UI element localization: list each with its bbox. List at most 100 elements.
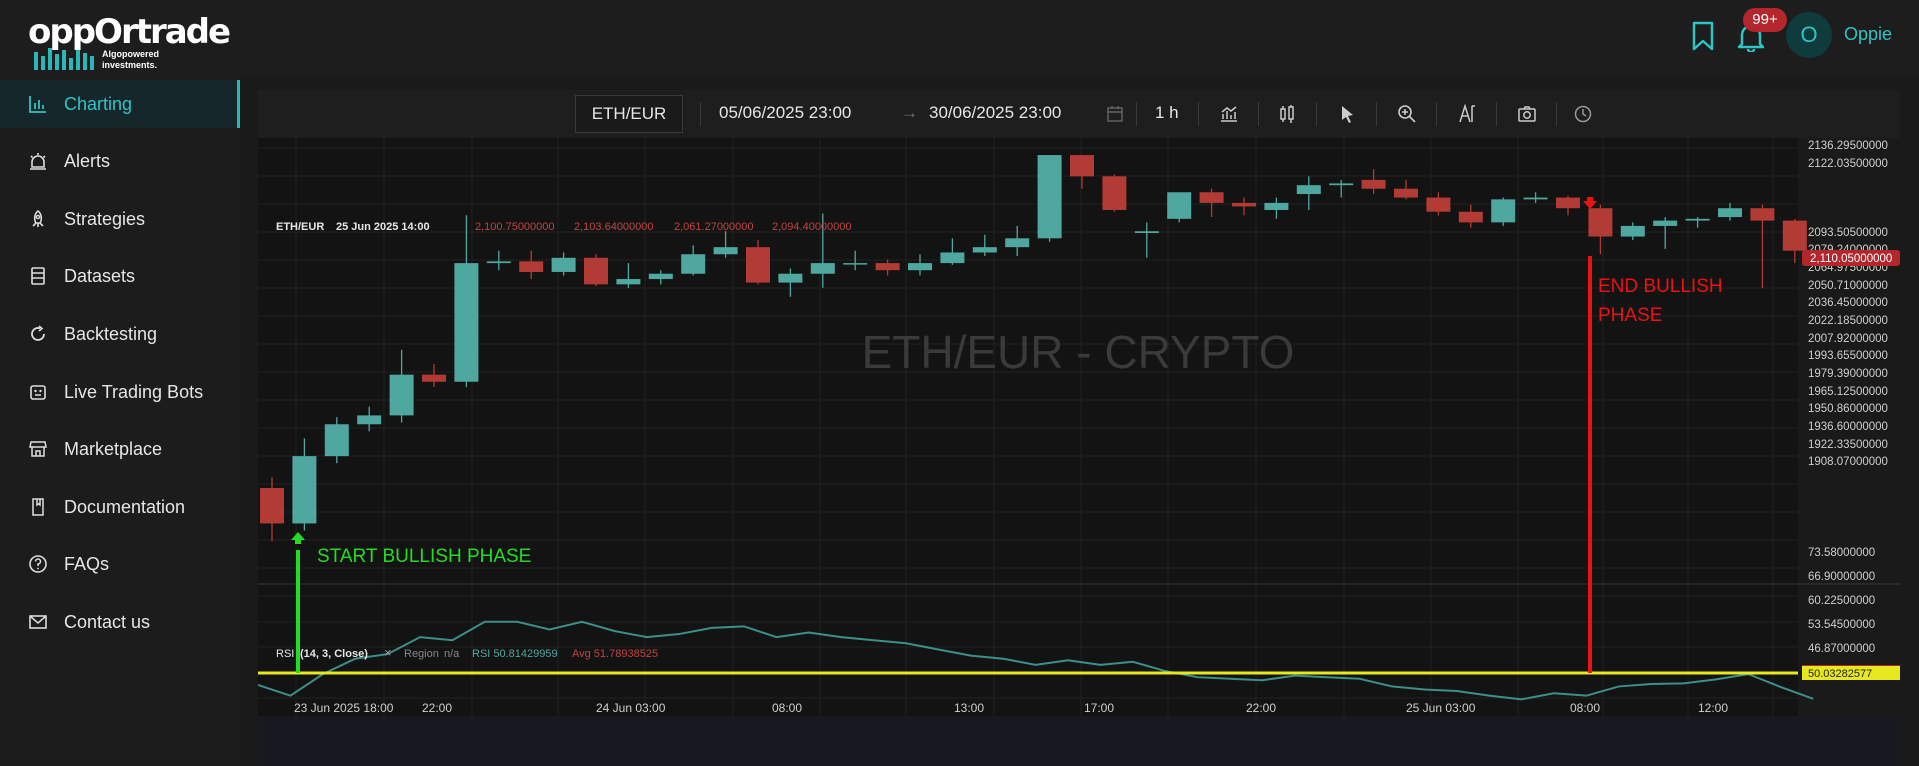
candle-body xyxy=(648,273,673,280)
brand-logo[interactable]: oppOrtrade Algopowered investments. xyxy=(28,12,231,70)
start-bullish-label: START BULLISH PHASE xyxy=(317,546,531,567)
price-chart[interactable]: ETH/EUR - CRYPTO 2136.29500000 2122.035000… xyxy=(258,138,1900,766)
bot-icon xyxy=(30,385,46,400)
brand-tagline: Algopowered investments. xyxy=(102,49,160,70)
candle-body xyxy=(1037,155,1062,239)
sidebar-item-label: Charting xyxy=(64,94,133,114)
candles-icon[interactable] xyxy=(1276,103,1298,125)
indicators-icon[interactable] xyxy=(1218,103,1240,125)
database-icon xyxy=(31,267,45,285)
time-tick-label: 24 Jun 03:00 xyxy=(596,701,666,715)
sidebar-item-label: Live Trading Bots xyxy=(64,382,204,402)
arrow-right-icon: → xyxy=(901,103,918,122)
sidebar-item-charting[interactable]: Charting xyxy=(0,80,240,128)
time-tick-label: 25 Jun 03:00 xyxy=(1406,701,1476,715)
candle-body xyxy=(1005,238,1030,248)
rsi-legend-avg: Avg 51.78938525 xyxy=(572,648,658,660)
candle-body xyxy=(1394,188,1418,198)
price-tick-label: 1908.07000000 xyxy=(1808,456,1888,468)
sidebar-item-contact-us[interactable]: Contact us xyxy=(0,598,240,646)
sidebar-item-label: Strategies xyxy=(64,209,146,229)
candle-body xyxy=(519,261,544,272)
username[interactable]: Oppie xyxy=(1844,24,1892,45)
price-tick-label: 1922.33500000 xyxy=(1808,439,1888,451)
time-tick-label: 08:00 xyxy=(1570,701,1600,715)
candle-body xyxy=(713,247,738,255)
time-tick-label: 08:00 xyxy=(772,701,802,715)
candle-body xyxy=(454,263,479,382)
sidebar-item-alerts[interactable]: Alerts xyxy=(0,137,240,185)
price-tick-label: 2022.18500000 xyxy=(1808,315,1888,327)
rsi-legend-name: RSI xyxy=(276,648,294,660)
candle-body xyxy=(292,456,317,524)
rsi-legend-close-icon: × xyxy=(384,645,392,660)
candle-body xyxy=(260,488,284,524)
store-icon xyxy=(29,441,47,457)
start-date-input[interactable]: 05/06/2025 23:00 xyxy=(719,103,851,123)
candle-body xyxy=(551,257,576,272)
price-tick-label: 2036.45000000 xyxy=(1808,297,1888,309)
screenshot-icon[interactable] xyxy=(1516,103,1538,125)
cursor-icon[interactable] xyxy=(1336,103,1358,125)
time-tick-label: 12:00 xyxy=(1698,701,1728,715)
sidebar-item-backtesting[interactable]: Backtesting xyxy=(0,310,240,358)
candle-body xyxy=(908,263,932,271)
price-tick-label: 1965.12500000 xyxy=(1808,386,1888,398)
sidebar-item-faqs[interactable]: FAQs xyxy=(0,540,240,588)
rsi-legend-value: RSI 50.81429959 xyxy=(472,648,558,660)
candle-body xyxy=(1426,197,1451,212)
candle-body xyxy=(1588,208,1613,237)
sidebar-item-documentation[interactable]: Documentation xyxy=(0,483,240,531)
sidebar-item-strategies[interactable]: Strategies xyxy=(0,195,240,243)
candle-body xyxy=(1620,225,1645,237)
candle-body xyxy=(875,263,900,271)
interval-selector[interactable]: 1 h xyxy=(1155,103,1179,123)
help-circle-icon xyxy=(29,555,47,573)
rsi-tick-label: 66.90000000 xyxy=(1808,571,1875,583)
candle-body xyxy=(486,261,511,264)
price-tick-label: 1993.65500000 xyxy=(1808,350,1888,362)
legend-ohlc-value: 2,061.27000000 xyxy=(674,221,754,233)
sidebar-item-label: FAQs xyxy=(64,554,110,574)
candle-body xyxy=(940,252,965,264)
end-date-input[interactable]: 30/06/2025 23:00 xyxy=(929,103,1061,123)
bookmark-icon[interactable] xyxy=(1690,20,1716,52)
sidebar-item-datasets[interactable]: Datasets xyxy=(0,252,240,300)
candle-body xyxy=(1070,155,1094,177)
sidebar-item-label: Documentation xyxy=(64,497,186,517)
time-tick-label: 13:00 xyxy=(954,701,984,715)
rsi-tick-label: 73.58000000 xyxy=(1808,547,1875,559)
candle-body xyxy=(1685,218,1710,221)
symbol-selector[interactable]: ETH/EUR xyxy=(575,95,683,133)
time-tick-label: 22:00 xyxy=(1246,701,1276,715)
clock-icon[interactable] xyxy=(1572,103,1594,125)
end-bullish-label: PHASE xyxy=(1598,305,1662,326)
price-tick-label: 1950.86000000 xyxy=(1808,403,1888,415)
zoom-in-icon[interactable] xyxy=(1396,103,1418,125)
legend-time: 25 Jun 2025 14:00 xyxy=(336,221,430,233)
candle-body xyxy=(972,247,997,253)
legend-ohlc-value: 2,100.75000000 xyxy=(475,221,555,233)
price-tick-label: 2136.29500000 xyxy=(1808,140,1888,152)
rsi-legend-params: (14, 3, Close) xyxy=(300,648,368,660)
candle-body xyxy=(1491,199,1516,223)
book-icon xyxy=(32,498,44,516)
refresh-icon xyxy=(31,325,45,341)
candle-body xyxy=(1782,220,1807,251)
candle-body xyxy=(357,415,382,425)
drawing-tools-icon[interactable] xyxy=(1456,103,1478,125)
time-tick-label: 23 Jun 2025 18:00 xyxy=(294,701,394,715)
sidebar-item-marketplace[interactable]: Marketplace xyxy=(0,425,240,473)
rsi-legend-region: Region xyxy=(404,648,439,660)
sidebar-item-label: Contact us xyxy=(64,612,151,632)
candle-body xyxy=(1718,208,1742,218)
candle-body xyxy=(324,424,349,457)
chart-panel: ETH/EUR 05/06/2025 23:00 → 30/06/2025 23… xyxy=(258,90,1900,766)
sidebar-item-label: Alerts xyxy=(64,151,111,171)
candle-body xyxy=(1653,220,1678,226)
avatar[interactable]: O xyxy=(1786,12,1832,58)
calendar-icon[interactable] xyxy=(1104,103,1126,125)
price-tick-label: 1979.39000000 xyxy=(1808,368,1888,380)
sidebar-item-live-trading-bots[interactable]: Live Trading Bots xyxy=(0,368,240,416)
alarm-icon xyxy=(30,153,46,170)
